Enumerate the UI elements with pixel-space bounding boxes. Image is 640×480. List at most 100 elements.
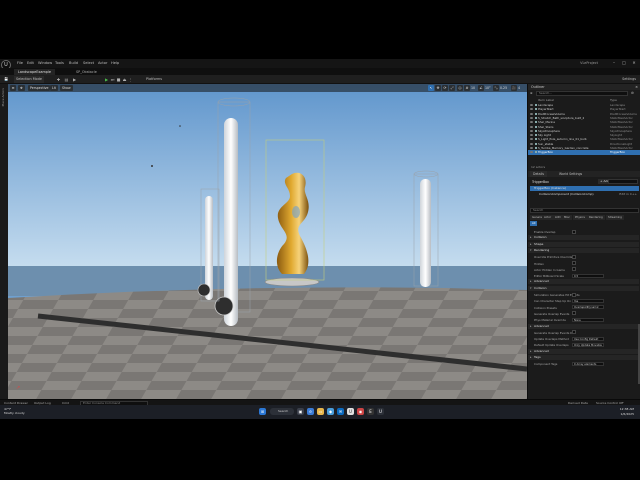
edit-in-cpp-link[interactable]: Edit in C++ — [619, 192, 637, 197]
property-value[interactable]: Yes — [572, 298, 604, 303]
property-checkbox[interactable] — [572, 311, 576, 316]
details-category[interactable]: Collision — [528, 235, 639, 241]
grid-icon[interactable]: # — [464, 85, 470, 91]
mail-icon[interactable]: ✉ — [337, 408, 344, 415]
visibility-eye-icon[interactable] — [530, 129, 533, 132]
property-checkbox[interactable] — [572, 292, 576, 297]
property-value[interactable]: Use Config Default — [572, 336, 604, 341]
property-checkbox[interactable] — [572, 261, 576, 265]
add-filter-icon[interactable]: ⊕ — [530, 91, 533, 95]
place-actors-strip[interactable]: Place Actors — [0, 84, 8, 399]
filter-tab[interactable]: Rendering — [587, 215, 605, 220]
play-icon[interactable]: ▶ — [104, 77, 109, 82]
visibility-eye-icon[interactable] — [530, 138, 533, 141]
actor-name[interactable]: TriggerBox — [532, 180, 549, 184]
platforms-dropdown[interactable]: Platforms — [146, 76, 162, 83]
weather-widget[interactable]: 47°F Mostly cloudy — [4, 407, 25, 415]
details-search-input[interactable]: Search — [530, 208, 639, 213]
filter-tab[interactable]: Misc — [562, 215, 572, 220]
details-category[interactable]: Advanced — [528, 348, 639, 354]
skip-icon[interactable]: ⏭ — [110, 77, 115, 82]
tab-world-settings[interactable]: World Settings — [556, 171, 585, 177]
visibility-eye-icon[interactable] — [530, 116, 533, 119]
unreal-taskbar-icon[interactable]: U — [347, 408, 354, 415]
scale-icon[interactable]: ⤢ — [449, 85, 455, 91]
visibility-eye-icon[interactable] — [530, 108, 533, 111]
grid-size[interactable]: 10 — [471, 85, 475, 91]
filter-tab[interactable]: Actor — [542, 215, 554, 220]
details-category[interactable]: Rendering — [528, 247, 639, 253]
details-category[interactable]: Tags — [528, 355, 639, 360]
scale-snap-value[interactable]: 0.25 — [500, 85, 507, 91]
filter-tab[interactable]: Physics — [573, 215, 587, 220]
select-icon[interactable]: ↖ — [428, 85, 434, 91]
epic-launcher-icon[interactable]: E — [367, 408, 374, 415]
visibility-eye-icon[interactable] — [530, 112, 533, 115]
filter-tab[interactable]: Streaming — [606, 215, 624, 220]
ue-editor-icon[interactable]: U — [377, 408, 384, 415]
maximize-button[interactable]: □ — [620, 60, 628, 66]
selection-mode-dropdown[interactable]: Selection Mode — [14, 76, 44, 83]
filter-tab[interactable]: All — [530, 221, 538, 226]
visibility-eye-icon[interactable] — [530, 142, 533, 145]
camera-speed-value[interactable]: 4 — [518, 85, 520, 91]
property-checkbox[interactable] — [572, 254, 576, 259]
save-button[interactable]: 💾 — [4, 76, 8, 83]
details-category[interactable]: Collision — [528, 285, 639, 291]
system-clock[interactable]: 12:38 AM 1/6/2025 — [620, 407, 634, 416]
taskbar-search[interactable]: Search — [270, 408, 294, 415]
component-collision[interactable]: CollisionComponent (CollisionComp) Edit … — [530, 192, 639, 197]
move-icon[interactable]: ✥ — [435, 85, 441, 91]
perspective-button[interactable]: Perspective — [28, 85, 51, 91]
details-category[interactable]: Advanced — [528, 279, 639, 285]
property-value[interactable]: 0.5 — [572, 273, 604, 278]
angle-icon[interactable]: ∠ — [478, 85, 484, 91]
scale-snap-icon[interactable]: ⤡ — [493, 85, 499, 91]
menu-tools[interactable]: Tools — [55, 61, 64, 65]
property-value[interactable]: Only Update Movable — [572, 342, 604, 347]
visibility-eye-icon[interactable] — [530, 151, 533, 154]
column-type[interactable]: Type — [610, 98, 617, 102]
cinematics-icon[interactable]: ▶ — [72, 77, 77, 82]
play-options-icon[interactable]: ⋮ — [128, 77, 133, 82]
settings-dropdown[interactable]: Settings — [622, 76, 636, 83]
windows-start-icon[interactable]: ⊞ — [259, 408, 266, 415]
property-checkbox[interactable] — [572, 330, 576, 335]
store-icon[interactable]: ◆ — [327, 408, 334, 415]
outliner-search-input[interactable]: Search... — [536, 91, 628, 96]
settings-gear-icon[interactable]: ⚙ — [631, 91, 634, 95]
property-value[interactable]: None — [572, 317, 604, 322]
angle-size[interactable]: 10° — [485, 85, 491, 91]
property-value[interactable]: OverlapAllDynamic — [572, 305, 604, 310]
app-icon[interactable]: ◉ — [357, 408, 364, 415]
menu-edit[interactable]: Edit — [27, 61, 34, 65]
lit-button[interactable]: Lit — [50, 85, 58, 91]
property-checkbox[interactable] — [572, 229, 576, 234]
close-icon[interactable]: × — [635, 84, 638, 90]
visibility-eye-icon[interactable] — [530, 104, 533, 106]
level-viewport[interactable]: ↗ ≡ ✥ Perspective Lit Show ↖ ✥ ⟳ ⤢ ◎ # 1… — [8, 84, 527, 399]
component-root[interactable]: TriggerBox (Instance) — [530, 186, 639, 191]
component-search-input[interactable] — [608, 179, 638, 184]
close-button[interactable]: ✕ — [630, 60, 638, 66]
eject-icon[interactable]: ⏏ — [122, 77, 127, 82]
show-button[interactable]: Show — [60, 85, 73, 91]
file-explorer-icon[interactable]: ▭ — [317, 408, 324, 415]
stop-icon[interactable]: ■ — [116, 77, 121, 82]
column-item-label[interactable]: Item Label — [538, 98, 554, 102]
menu-window[interactable]: Window — [38, 61, 52, 65]
minimize-button[interactable]: – — [610, 60, 618, 66]
world-icon[interactable]: ◎ — [457, 85, 463, 91]
property-checkbox[interactable] — [572, 267, 576, 272]
visibility-eye-icon[interactable] — [530, 134, 533, 137]
edge-icon[interactable]: e — [307, 408, 314, 415]
menu-help[interactable]: Help — [111, 61, 119, 65]
blueprint-icon[interactable]: ▤ — [64, 77, 69, 82]
transform-dropdown[interactable]: ✥ — [18, 85, 25, 91]
visibility-eye-icon[interactable] — [530, 121, 533, 124]
menu-build[interactable]: Build — [69, 61, 78, 65]
hamburger-icon[interactable]: ≡ — [10, 85, 16, 91]
tab-details[interactable]: Details — [530, 171, 548, 177]
details-category[interactable]: Advanced — [528, 323, 639, 329]
menu-file[interactable]: File — [17, 61, 23, 65]
